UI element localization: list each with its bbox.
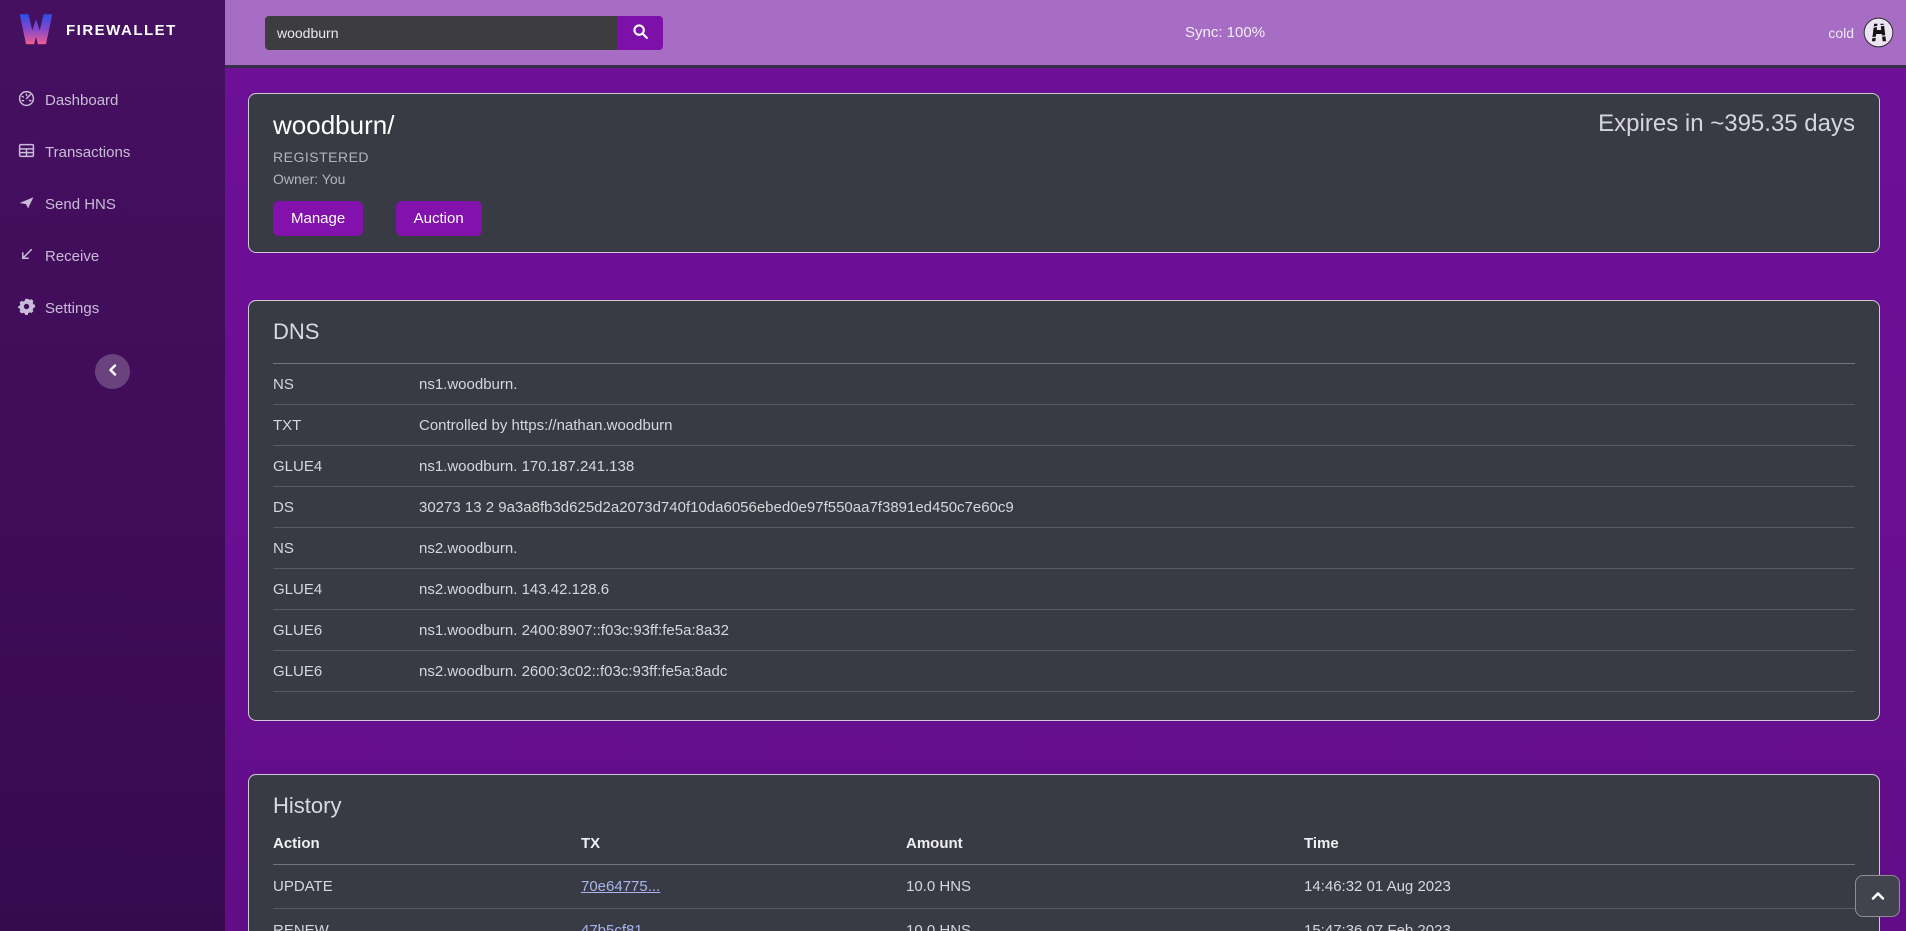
dns-record-row: GLUE4 ns2.woodburn. 143.42.128.6 [273, 569, 1855, 610]
sync-status: Sync: 100% [1185, 0, 1265, 65]
dns-record-row: GLUE6 ns1.woodburn. 2400:8907::f03c:93ff… [273, 610, 1855, 651]
sidebar-collapse-button[interactable] [95, 354, 130, 389]
gauge-icon [18, 90, 35, 111]
history-action: RENEW [273, 922, 581, 931]
history-time: 15:47:36 07 Feb 2023 [1304, 922, 1855, 931]
domain-status: REGISTERED [273, 149, 482, 165]
table-icon [18, 142, 35, 163]
dns-record-row: DS 30273 13 2 9a3a8fb3d625d2a2073d740f10… [273, 487, 1855, 528]
dns-record-value: ns1.woodburn. 2400:8907::f03c:93ff:fe5a:… [419, 622, 1855, 639]
receive-icon [18, 246, 35, 267]
dns-record-row: NS ns2.woodburn. [273, 528, 1855, 569]
history-title: History [273, 793, 1855, 819]
dns-record-type: GLUE6 [273, 663, 419, 680]
sidebar-item-receive[interactable]: Receive [0, 230, 225, 282]
dns-record-row: GLUE6 ns2.woodburn. 2600:3c02::f03c:93ff… [273, 651, 1855, 692]
domain-actions: Manage Auction [273, 201, 482, 236]
dns-record-value: ns1.woodburn. [419, 376, 1855, 393]
history-amount: 10.0 HNS [906, 922, 1304, 931]
history-col-time: Time [1304, 835, 1855, 852]
history-header-row: Action TX Amount Time [273, 823, 1855, 865]
search-input[interactable] [265, 16, 617, 50]
wallet-name: cold [1828, 25, 1854, 41]
searchbox [265, 16, 663, 50]
search-button[interactable] [617, 16, 663, 50]
sidebar: FIREWALLET Dashboard Transactions [0, 0, 225, 931]
dns-record-type: GLUE4 [273, 581, 419, 598]
manage-button[interactable]: Manage [273, 201, 363, 236]
sidebar-item-label: Settings [45, 300, 99, 317]
history-amount: 10.0 HNS [906, 878, 1304, 895]
dns-record-value: ns2.woodburn. 2600:3c02::f03c:93ff:fe5a:… [419, 663, 1855, 680]
dns-record-type: NS [273, 376, 419, 393]
sidebar-item-label: Dashboard [45, 92, 118, 109]
chevron-up-icon [1871, 889, 1885, 904]
chevron-left-icon [107, 364, 119, 379]
dns-record-value: ns2.woodburn. [419, 540, 1855, 557]
handshake-logo-icon[interactable] [1863, 17, 1894, 48]
dns-card: DNS NS ns1.woodburn. TXT Controlled by h… [248, 300, 1880, 721]
dns-record-type: TXT [273, 417, 419, 434]
history-time: 14:46:32 01 Aug 2023 [1304, 878, 1855, 895]
dns-title: DNS [273, 319, 1855, 345]
dns-record-row: GLUE4 ns1.woodburn. 170.187.241.138 [273, 446, 1855, 487]
dns-record-value: ns1.woodburn. 170.187.241.138 [419, 458, 1855, 475]
sidebar-nav: Dashboard Transactions Send HNS [0, 58, 225, 334]
wallet-area: cold [1828, 0, 1894, 65]
main-area: Sync: 100% cold [225, 0, 1906, 931]
dns-record-value: 30273 13 2 9a3a8fb3d625d2a2073d740f10da6… [419, 499, 1855, 516]
domain-expiry: Expires in ~395.35 days [1598, 110, 1855, 236]
sidebar-item-label: Transactions [45, 144, 130, 161]
sidebar-item-label: Receive [45, 248, 99, 265]
history-col-amount: Amount [906, 835, 1304, 852]
magnifier-icon [632, 23, 649, 43]
send-icon [18, 194, 35, 215]
sidebar-item-dashboard[interactable]: Dashboard [0, 74, 225, 126]
tx-link[interactable]: 47b5cf81... [581, 922, 655, 931]
scroll-to-top-button[interactable] [1855, 875, 1900, 917]
firewallet-logo-icon [16, 8, 56, 53]
sidebar-item-settings[interactable]: Settings [0, 282, 225, 334]
history-row: RENEW 47b5cf81... 10.0 HNS 15:47:36 07 F… [273, 909, 1855, 931]
domain-owner: Owner: You [273, 171, 482, 187]
brand: FIREWALLET [0, 0, 225, 58]
history-action: UPDATE [273, 878, 581, 895]
sidebar-item-label: Send HNS [45, 196, 116, 213]
dns-record-row: TXT Controlled by https://nathan.woodbur… [273, 405, 1855, 446]
dns-record-value: ns2.woodburn. 143.42.128.6 [419, 581, 1855, 598]
brand-name: FIREWALLET [66, 22, 177, 39]
dns-record-row: NS ns1.woodburn. [273, 364, 1855, 405]
dns-record-type: GLUE6 [273, 622, 419, 639]
dns-record-type: GLUE4 [273, 458, 419, 475]
domain-info: woodburn/ REGISTERED Owner: You Manage A… [273, 110, 482, 236]
auction-button[interactable]: Auction [396, 201, 482, 236]
sidebar-item-send-hns[interactable]: Send HNS [0, 178, 225, 230]
gear-icon [18, 298, 35, 319]
dns-record-type: DS [273, 499, 419, 516]
domain-name: woodburn/ [273, 110, 482, 141]
app-window: FIREWALLET Dashboard Transactions [0, 0, 1906, 931]
history-col-tx: TX [581, 835, 906, 852]
sidebar-item-transactions[interactable]: Transactions [0, 126, 225, 178]
tx-link[interactable]: 70e64775... [581, 878, 660, 895]
dns-record-type: NS [273, 540, 419, 557]
dns-record-value: Controlled by https://nathan.woodburn [419, 417, 1855, 434]
content: woodburn/ REGISTERED Owner: You Manage A… [225, 68, 1906, 931]
history-col-action: Action [273, 835, 581, 852]
history-card: History Action TX Amount Time UPDATE 70e… [248, 774, 1880, 931]
domain-card: woodburn/ REGISTERED Owner: You Manage A… [248, 93, 1880, 253]
topbar: Sync: 100% cold [225, 0, 1906, 68]
history-row: UPDATE 70e64775... 10.0 HNS 14:46:32 01 … [273, 865, 1855, 909]
